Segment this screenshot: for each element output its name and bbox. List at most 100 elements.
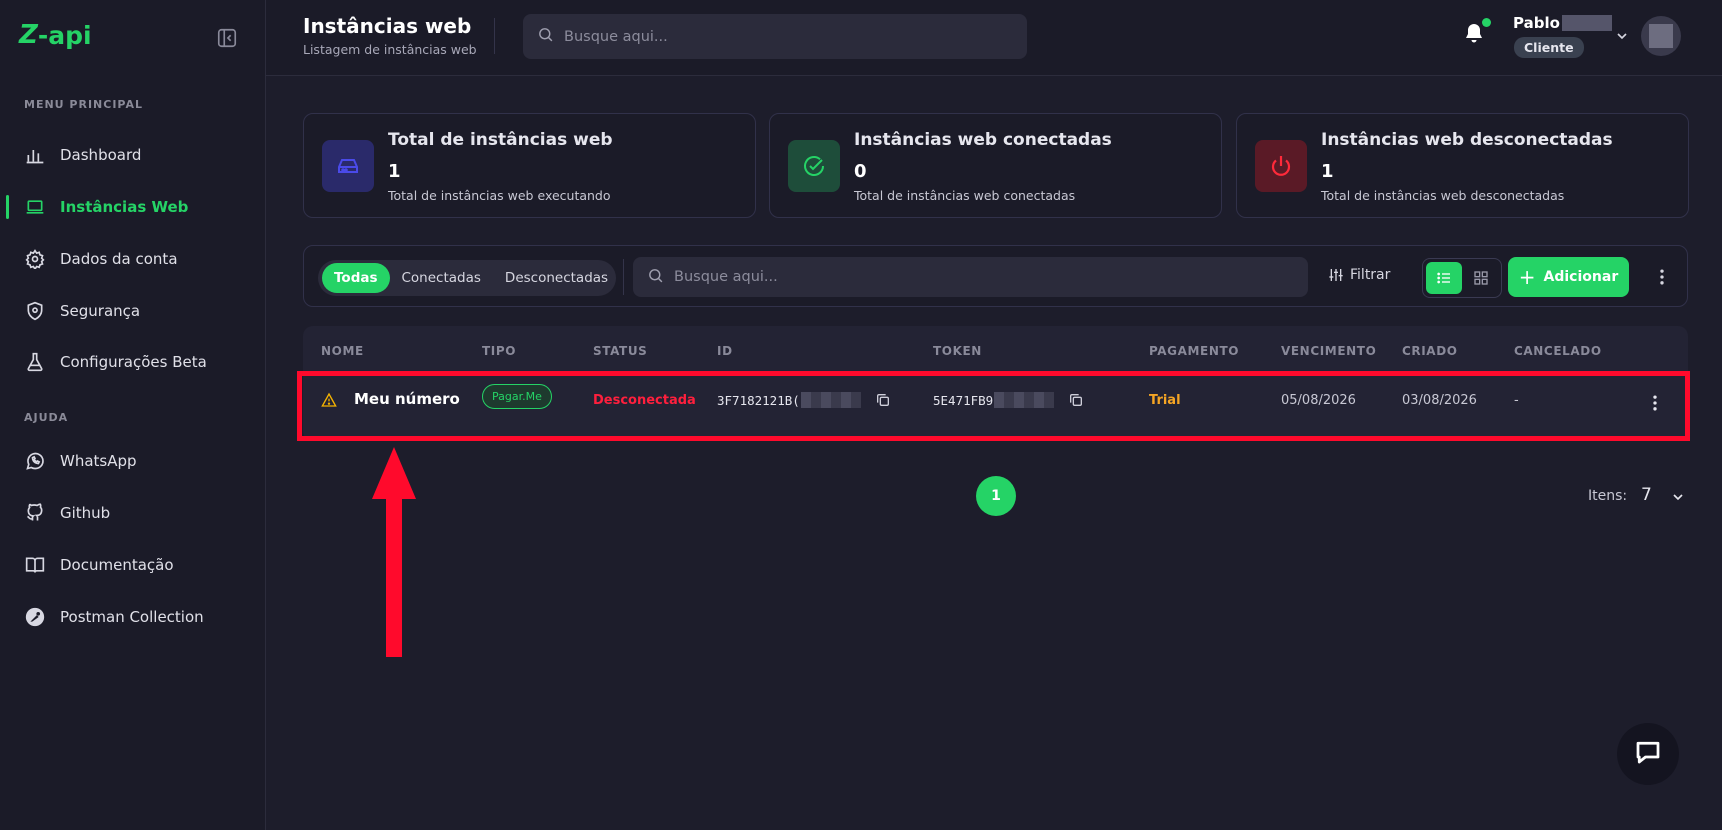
toolbar-divider <box>623 259 624 295</box>
column-header-tipo: TIPO <box>482 344 517 358</box>
sidebar-item-documentacao[interactable]: Documentação <box>0 545 265 585</box>
stat-title: Instâncias web desconectadas <box>1321 130 1613 150</box>
sidebar-item-postman-collection[interactable]: Postman Collection <box>0 597 265 637</box>
stat-desc: Total de instâncias web executando <box>388 188 611 203</box>
github-icon <box>24 502 46 524</box>
column-header-nome: NOME <box>321 344 364 358</box>
chevron-down-icon[interactable] <box>1614 28 1630 44</box>
header-divider <box>494 18 495 54</box>
status-filter-tabs: Todas Conectadas Desconectadas <box>318 260 616 296</box>
stat-card-connected: Instâncias web conectadas 0 Total de ins… <box>769 113 1222 218</box>
column-header-id: ID <box>717 344 733 358</box>
menu-principal-label: MENU PRINCIPAL <box>24 98 143 111</box>
header-search[interactable] <box>523 14 1027 59</box>
avatar[interactable] <box>1641 16 1681 56</box>
whatsapp-icon <box>24 450 46 472</box>
grid-view-icon[interactable] <box>1463 262 1499 294</box>
flask-icon <box>24 351 46 373</box>
table-search[interactable] <box>633 257 1308 297</box>
chevron-down-icon[interactable] <box>1670 489 1686 505</box>
sidebar-item-label: Segurança <box>60 302 141 320</box>
avatar-image <box>1649 24 1673 48</box>
stat-card-disconnected: Instâncias web desconectadas 1 Total de … <box>1236 113 1689 218</box>
stat-desc: Total de instâncias web conectadas <box>854 188 1076 203</box>
check-circle-icon <box>788 140 840 192</box>
stat-card-total: Total de instâncias web 1 Total de instâ… <box>303 113 756 218</box>
more-options-icon[interactable] <box>1652 266 1672 288</box>
plus-icon: + <box>1518 265 1536 289</box>
stat-value: 0 <box>854 161 867 182</box>
filter-label: Filtrar <box>1350 267 1391 283</box>
top-header: Instâncias web Listagem de instâncias we… <box>266 0 1722 76</box>
postman-icon <box>24 606 46 628</box>
power-icon <box>1255 140 1307 192</box>
sidebar-item-label: Instâncias Web <box>60 198 189 216</box>
sidebar-item-dados-da-conta[interactable]: Dados da conta <box>0 239 265 279</box>
header-search-input[interactable] <box>564 28 964 45</box>
user-name-text: Pablo <box>1513 14 1560 32</box>
ajuda-label: AJUDA <box>24 411 69 424</box>
server-icon <box>322 140 374 192</box>
add-instance-button[interactable]: + Adicionar <box>1508 257 1629 297</box>
tab-conectadas[interactable]: Conectadas <box>390 263 493 293</box>
user-name[interactable]: Pablo <box>1513 14 1612 32</box>
column-header-vencimento: VENCIMENTO <box>1281 344 1377 358</box>
search-icon <box>647 267 664 288</box>
sidebar-item-instancias-web[interactable]: Instâncias Web <box>0 187 265 227</box>
sidebar-item-label: Documentação <box>60 556 174 574</box>
pagination-page-1[interactable]: 1 <box>976 476 1016 516</box>
chat-support-button[interactable] <box>1617 723 1679 785</box>
sidebar-item-label: WhatsApp <box>60 452 137 470</box>
sidebar-item-whatsapp[interactable]: WhatsApp <box>0 441 265 481</box>
stat-desc: Total de instâncias web desconectadas <box>1321 188 1565 203</box>
sidebar: Z -api MENU PRINCIPAL Dashboard Instânci… <box>0 0 266 830</box>
sidebar-item-label: Github <box>60 504 111 522</box>
stat-value: 1 <box>388 161 401 182</box>
sidebar-collapse-icon[interactable] <box>216 27 238 49</box>
shield-icon <box>24 300 46 322</box>
notification-dot <box>1482 18 1491 27</box>
sidebar-item-seguranca[interactable]: Segurança <box>0 291 265 331</box>
stat-title: Instâncias web conectadas <box>854 130 1112 150</box>
search-icon <box>537 26 554 47</box>
filter-button[interactable]: Filtrar <box>1328 267 1390 283</box>
column-header-pagamento: PAGAMENTO <box>1149 344 1240 358</box>
sidebar-item-github[interactable]: Github <box>0 493 265 533</box>
list-view-icon[interactable] <box>1426 262 1462 294</box>
sidebar-item-configuracoes-beta[interactable]: Configurações Beta <box>0 342 265 382</box>
page-title: Instâncias web <box>303 14 472 38</box>
column-header-status: STATUS <box>593 344 648 358</box>
sidebar-item-label: Configurações Beta <box>60 353 207 371</box>
table-toolbar: Todas Conectadas Desconectadas Filtrar +… <box>303 245 1688 307</box>
user-role-badge: Cliente <box>1514 37 1584 58</box>
sidebar-item-label: Dados da conta <box>60 250 178 268</box>
redacted-surname <box>1561 15 1612 31</box>
column-header-criado: CRIADO <box>1402 344 1458 358</box>
column-header-token: TOKEN <box>933 344 982 358</box>
sliders-icon <box>1328 267 1344 283</box>
table-search-input[interactable] <box>674 269 1074 285</box>
page-subtitle: Listagem de instâncias web <box>303 42 477 57</box>
stat-title: Total de instâncias web <box>388 130 613 150</box>
bar-chart-icon <box>24 144 46 166</box>
sidebar-item-dashboard[interactable]: Dashboard <box>0 135 265 175</box>
laptop-icon <box>24 196 46 218</box>
chat-bubble-icon <box>1633 737 1663 771</box>
view-toggle <box>1422 258 1502 298</box>
book-icon <box>24 554 46 576</box>
up-arrow-annotation <box>372 447 416 657</box>
logo-text: -api <box>37 20 92 50</box>
items-per-page-value[interactable]: 7 <box>1641 485 1652 505</box>
row-highlight-annotation <box>297 371 1690 441</box>
sidebar-item-label: Postman Collection <box>60 608 204 626</box>
sidebar-item-label: Dashboard <box>60 146 142 164</box>
add-label: Adicionar <box>1543 269 1619 285</box>
logo-mark: Z <box>19 20 38 50</box>
tab-todas[interactable]: Todas <box>322 263 390 293</box>
tab-desconectadas[interactable]: Desconectadas <box>493 263 620 293</box>
column-header-cancelado: CANCELADO <box>1514 344 1602 358</box>
gear-icon <box>24 248 46 270</box>
logo[interactable]: Z -api <box>19 20 92 50</box>
items-per-page-label: Itens: <box>1588 488 1628 504</box>
stat-value: 1 <box>1321 161 1334 182</box>
